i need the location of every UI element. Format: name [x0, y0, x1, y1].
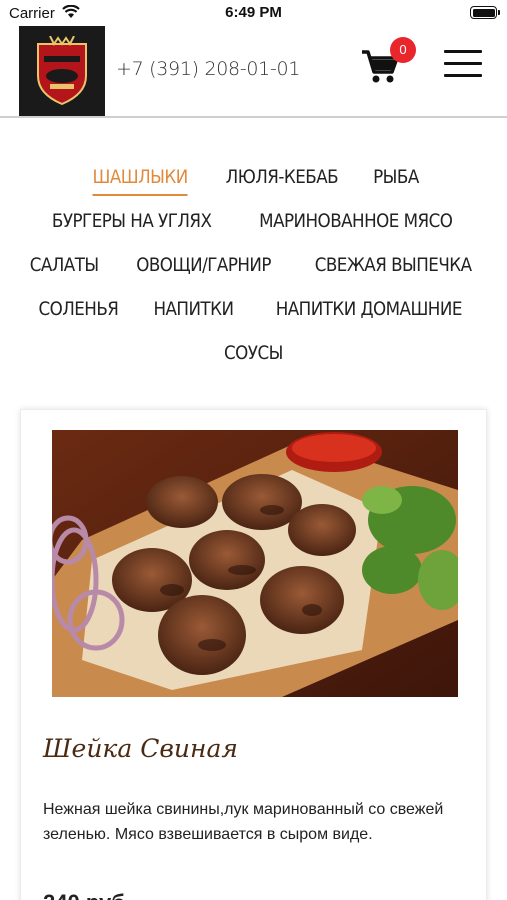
- product-title[interactable]: Шейка Свиная: [43, 734, 238, 763]
- menu-icon[interactable]: [444, 50, 484, 78]
- logo-shield-icon: [37, 36, 87, 106]
- product-photo[interactable]: [52, 430, 458, 697]
- category-row: Шашлыки Люля-кебаб Рыба: [0, 160, 507, 204]
- category-napitki[interactable]: Напитки: [153, 292, 234, 328]
- category-row: Соусы: [0, 336, 507, 380]
- category-solenya[interactable]: Соленья: [38, 292, 118, 328]
- category-sousy[interactable]: Соусы: [224, 336, 283, 372]
- category-nav: Шашлыки Люля-кебаб Рыба Бургеры на углях…: [0, 160, 507, 380]
- category-marinovannoe-myaso[interactable]: Маринованное мясо: [260, 204, 454, 240]
- cart-count-badge: 0: [390, 37, 416, 63]
- status-time: 6:49 PM: [225, 4, 282, 21]
- category-burgery[interactable]: Бургеры на углях: [52, 204, 212, 240]
- category-ovoshchi-garnir[interactable]: Овощи/гарнир: [136, 248, 271, 284]
- product-card[interactable]: Шейка Свиная Нежная шейка свинины,лук ма…: [20, 409, 487, 900]
- category-salaty[interactable]: Салаты: [29, 248, 98, 284]
- logo[interactable]: [19, 26, 105, 116]
- status-bar: Carrier 6:49 PM: [0, 0, 507, 26]
- battery-icon: [470, 6, 500, 19]
- category-row: Бургеры на углях Маринованное мясо: [0, 204, 507, 248]
- category-row: Соленья Напитки Напитки домашние: [0, 292, 507, 336]
- category-ryba[interactable]: Рыба: [373, 160, 419, 196]
- site-header: +7 (391) 208-01-01 0: [0, 26, 507, 118]
- category-napitki-domashnie[interactable]: Напитки домашние: [275, 292, 462, 328]
- category-row: Салаты Овощи/гарнир Свежая выпечка: [0, 248, 507, 292]
- category-lyulya-kebab[interactable]: Люля-кебаб: [225, 160, 338, 196]
- category-svezhaya-vypechka[interactable]: Свежая выпечка: [315, 248, 472, 284]
- category-shashlyki[interactable]: Шашлыки: [92, 160, 188, 196]
- product-price: 240 руб.: [43, 890, 131, 900]
- product-description: Нежная шейка свинины,лук маринованный со…: [43, 801, 444, 843]
- phone-number[interactable]: +7 (391) 208-01-01: [116, 58, 300, 80]
